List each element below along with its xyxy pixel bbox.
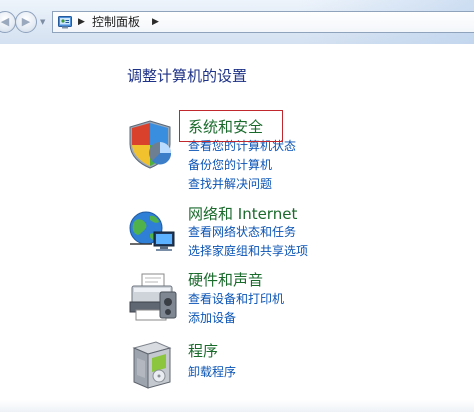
highlight-box [179, 110, 283, 142]
address-toolbar: ◀ ▶ ▼ ▶ 控制面板 ▶ [0, 0, 474, 44]
link-view-network-status[interactable]: 查看网络状态和任务 [188, 224, 296, 240]
link-uninstall-program[interactable]: 卸载程序 [188, 364, 236, 380]
back-button[interactable]: ◀ [0, 11, 16, 33]
category-programs[interactable]: 程序 [188, 341, 218, 361]
back-arrow-icon: ◀ [0, 15, 10, 28]
page-title: 调整计算机的设置 [127, 67, 248, 85]
link-devices-printers[interactable]: 查看设备和打印机 [188, 291, 284, 307]
category-hardware-sound[interactable]: 硬件和声音 [188, 270, 263, 290]
breadcrumb-control-panel[interactable]: 控制面板 [92, 14, 140, 30]
program-box-icon[interactable] [126, 338, 178, 390]
breadcrumb-separator-icon[interactable]: ▶ [78, 15, 85, 29]
breadcrumb-dropdown-icon[interactable]: ▶ [152, 15, 159, 29]
shield-icon[interactable] [126, 118, 178, 170]
window-bottom-edge [0, 400, 474, 412]
recent-pages-dropdown-icon[interactable]: ▼ [40, 18, 45, 26]
link-add-device[interactable]: 添加设备 [188, 310, 236, 326]
forward-button[interactable]: ▶ [15, 11, 37, 33]
category-network-internet[interactable]: 网络和 Internet [188, 204, 297, 224]
printer-icon[interactable] [126, 272, 178, 324]
link-backup-computer[interactable]: 备份您的计算机 [188, 157, 272, 173]
address-bar[interactable]: ▶ 控制面板 ▶ [52, 11, 474, 33]
control-panel-icon [58, 16, 72, 29]
link-troubleshoot[interactable]: 查找并解决问题 [188, 176, 272, 192]
forward-arrow-icon: ▶ [21, 15, 31, 28]
globe-network-icon[interactable] [126, 206, 178, 258]
link-homegroup-sharing[interactable]: 选择家庭组和共享选项 [188, 243, 308, 259]
